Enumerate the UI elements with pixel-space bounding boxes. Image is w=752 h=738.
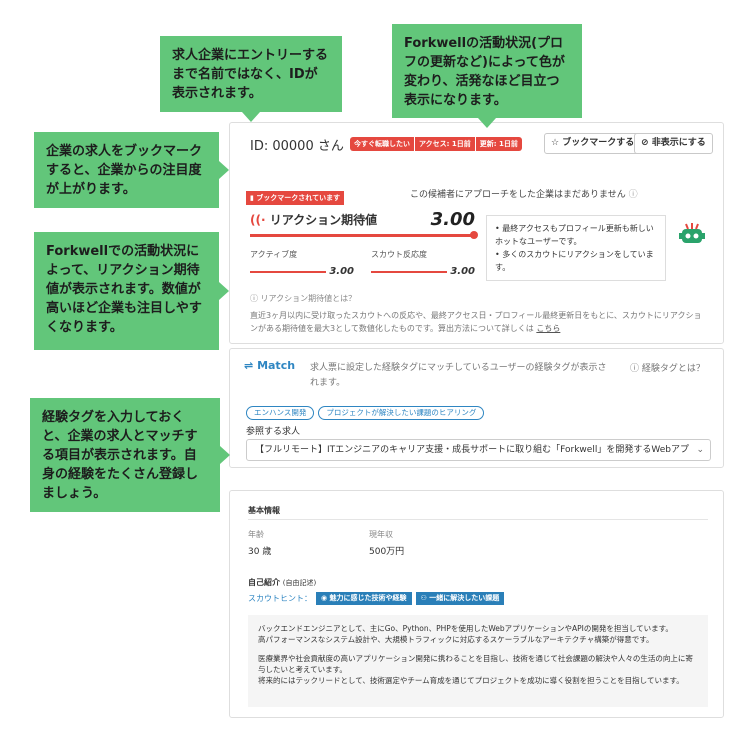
callout-entry: 求人企業にエントリーするまで名前ではなく、IDが表示されます。 <box>160 36 342 122</box>
intro-text: バックエンドエンジニアとして、主にGo、Python、PHPを使用したWebアプ… <box>248 615 708 707</box>
bookmark-button[interactable]: ☆ ブックマークする <box>544 133 642 154</box>
approach-text: この候補者にアプローチをした企業はまだありません ⓘ <box>410 190 638 200</box>
intro-title: 自己紹介 (自由記述) <box>248 578 317 587</box>
income-label: 現年収 <box>369 530 393 539</box>
activity-value: 3.00 <box>329 266 354 277</box>
wifi-icon: ((· <box>250 213 266 227</box>
list-item: • 多くのスカウトにリアクションをしています。 <box>495 250 654 272</box>
reaction-notes: • 最終アクセスもプロフィール更新も新しいホットなユーザーです。 • 多くのスカ… <box>486 215 666 281</box>
match-description: 求人票に設定した経験タグにマッチしているユーザーの経験タグが表示されます。 <box>310 363 607 388</box>
info-icon: ⓘ <box>630 364 640 374</box>
activity-label: アクティブ度 <box>250 250 298 259</box>
help-icon[interactable]: ⓘ <box>629 190 638 200</box>
ref-job-label: 参照する求人 <box>246 427 301 437</box>
callout-activity: Forkwellの活動状況(プロフの更新など)によって色が変わり、活発なほど目立… <box>392 24 582 128</box>
reaction-help-link[interactable]: ⓘ リアクション期待値とは？ <box>250 293 356 304</box>
chevron-down-icon: ⌄ <box>696 445 704 455</box>
status-badge: 今すぐ転職したい <box>350 137 414 151</box>
scout-hints: スカウトヒント： ◉ 魅力に感じた技術や経験 ⚇ 一緒に解決したい課題 <box>248 592 505 605</box>
experience-tag: エンハンス開発 <box>246 406 315 420</box>
match-icon: ⇌ <box>244 359 254 372</box>
candidate-id: ID: 00000 さん <box>250 139 344 154</box>
reaction-section: ((· リアクション期待値 3.00 アクティブ度 3.00 スカウト反応度 3… <box>250 209 478 277</box>
scout-hint-button[interactable]: ◉ 魅力に感じた技術や経験 <box>316 592 412 605</box>
profile-card: ID: 00000 さん 今すぐ転職したい アクセス: 1日前 更新: 1日前 … <box>229 122 724 344</box>
age-label: 年齢 <box>248 530 264 539</box>
robot-icon <box>678 221 706 247</box>
experience-tag: プロジェクトが解決したい課題のヒアリング <box>318 406 485 420</box>
status-badge: 更新: 1日前 <box>475 137 522 151</box>
scout-hint-button[interactable]: ⚇ 一緒に解決したい課題 <box>415 592 505 605</box>
match-card: ⇌ Match 求人票に設定した経験タグにマッチしているユーザーの経験タグが表示… <box>229 348 724 468</box>
age-value: 30 歳 <box>248 547 272 557</box>
scout-label: スカウト反応度 <box>371 250 427 259</box>
list-item: • 最終アクセスもプロフィール更新も新しいホットなユーザーです。 <box>495 224 654 246</box>
experience-tags: エンハンス開発 プロジェクトが解決したい課題のヒアリング <box>246 406 485 420</box>
income-value: 500万円 <box>369 547 405 557</box>
star-icon: ☆ <box>551 138 560 148</box>
hide-button[interactable]: ⊘ 非表示にする <box>634 133 713 154</box>
reaction-description: 直近3ヶ月以内に受け取ったスカウトへの反応や、最終アクセス日・プロフィール最終更… <box>250 311 702 333</box>
scout-value: 3.00 <box>450 266 475 277</box>
scout-hint-label: スカウトヒント： <box>248 594 312 603</box>
status-badges: 今すぐ転職したい アクセス: 1日前 更新: 1日前 <box>350 137 522 151</box>
divider <box>248 519 708 520</box>
job-select[interactable]: 【フルリモート】ITエンジニアのキャリア支援・成長サポートに取り組む「Forkw… <box>246 439 711 461</box>
callout-bookmark: 企業の求人をブックマークすると、企業からの注目度が上がります。 <box>34 132 229 208</box>
basic-info-title: 基本情報 <box>248 506 280 515</box>
callout-reaction: Forkwellでの活動状況によって、リアクション期待値が表示されます。数値が高… <box>34 232 229 350</box>
activity-bar <box>250 270 327 273</box>
match-logo: ⇌ Match <box>244 359 296 372</box>
eye-off-icon: ⊘ <box>641 138 649 148</box>
bookmarked-tag: ▮ ブックマークされています <box>246 185 345 205</box>
reaction-label: リアクション期待値 <box>269 213 378 227</box>
tag-help-link[interactable]: ⓘ 経験タグとは？ <box>630 361 705 374</box>
details-link[interactable]: こちら <box>536 324 560 333</box>
reaction-bar <box>250 231 478 239</box>
info-icon: ⓘ <box>250 294 258 303</box>
reaction-value: 3.00 <box>430 209 475 230</box>
basic-info-card: 基本情報 年齢 30 歳 現年収 500万円 自己紹介 (自由記述) スカウトヒ… <box>229 490 724 718</box>
scout-bar <box>371 270 448 273</box>
status-badge: アクセス: 1日前 <box>415 137 475 151</box>
callout-tags: 経験タグを入力しておくと、企業の求人とマッチする項目が表示されます。自身の経験を… <box>30 398 230 512</box>
